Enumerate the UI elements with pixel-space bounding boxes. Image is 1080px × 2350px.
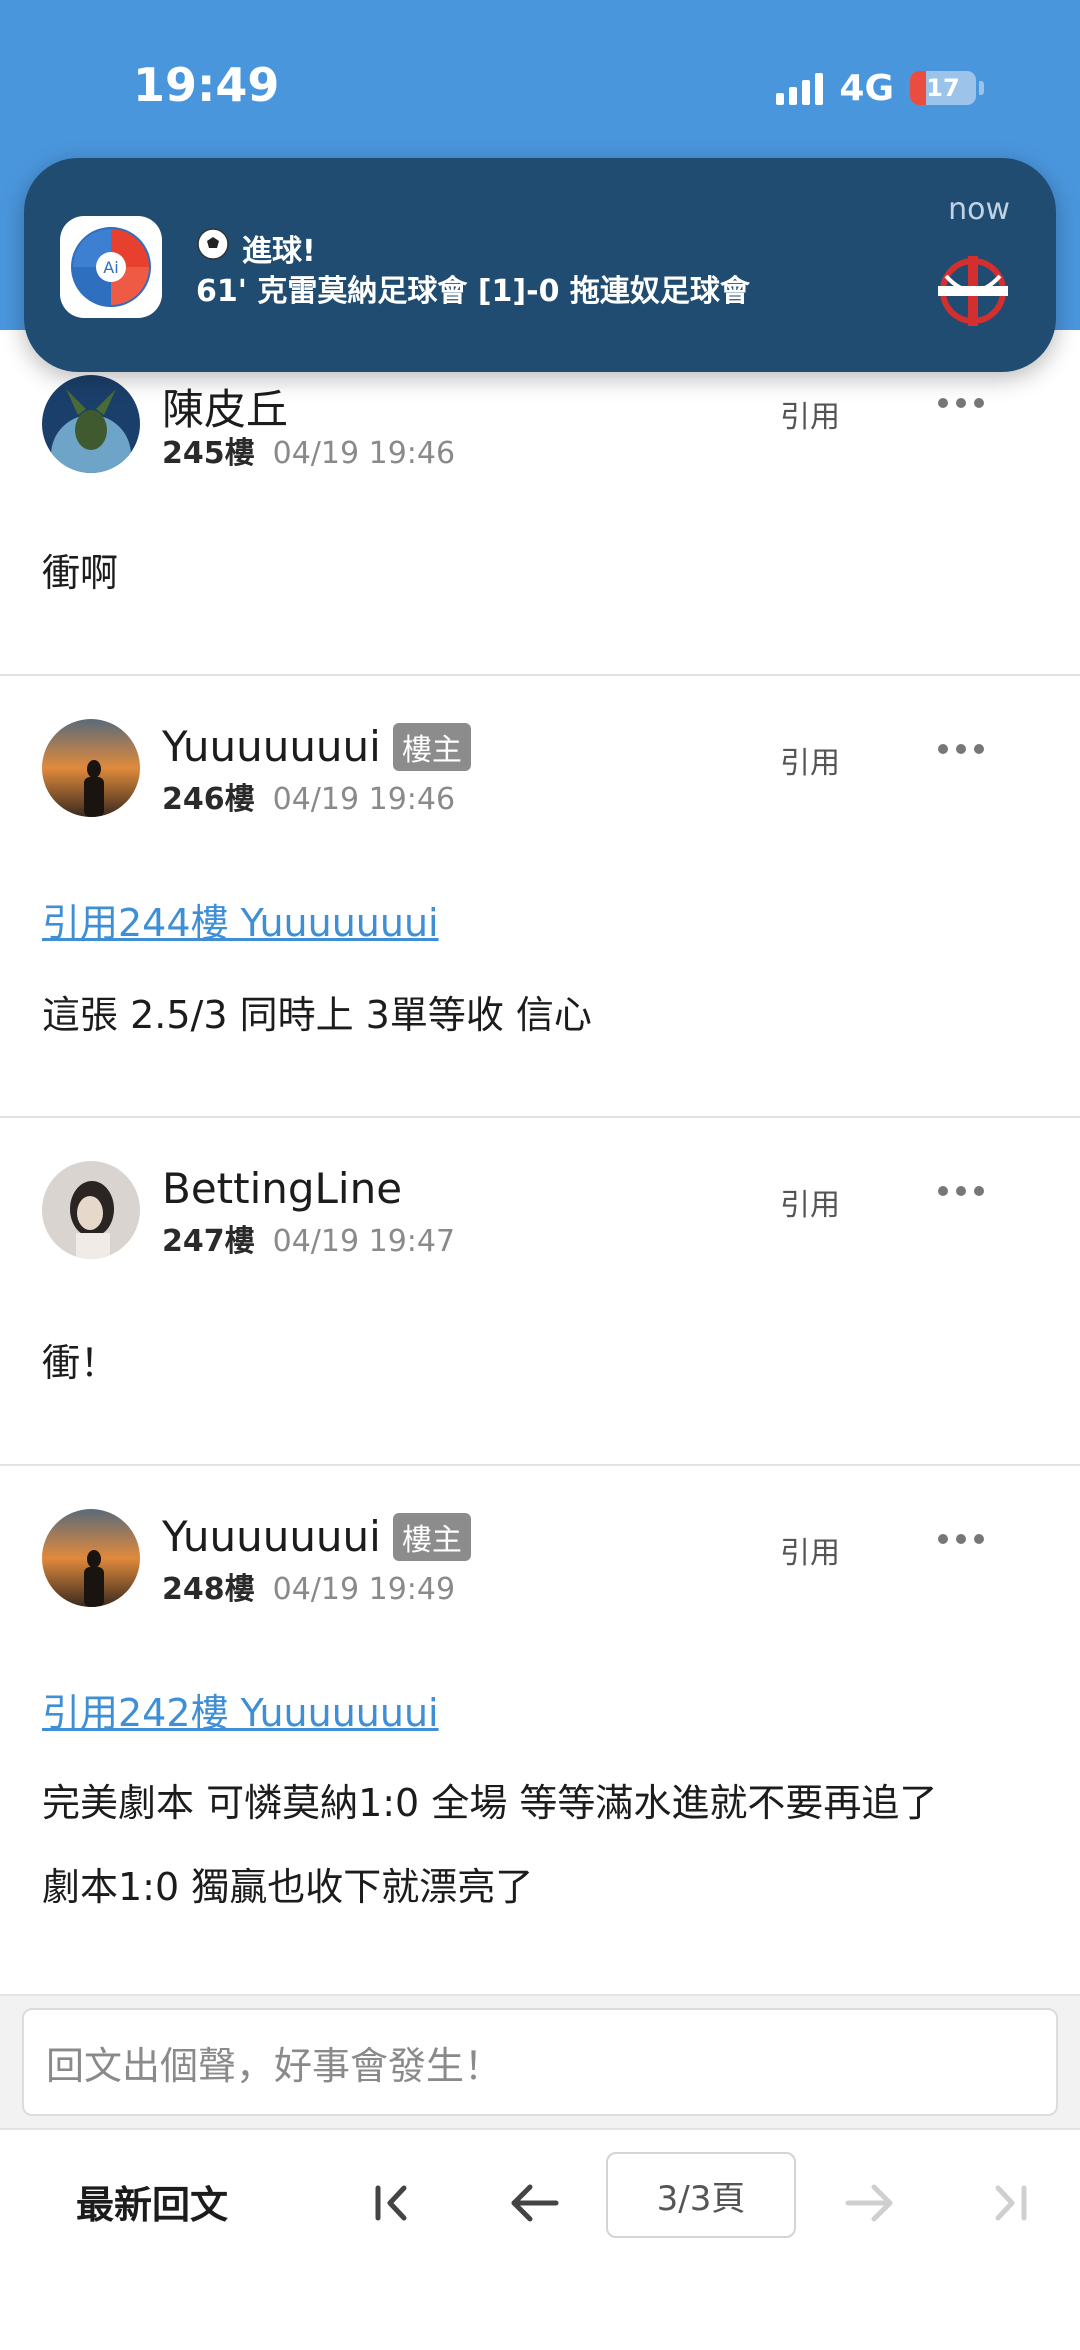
- notification-time: now: [948, 192, 1010, 227]
- bottom-navigation: 最新回文 3/3頁: [0, 2128, 1080, 2350]
- latest-replies-button[interactable]: 最新回文: [76, 2174, 228, 2229]
- post-247: BettingLine 247樓 04/19 19:47 引用 衝！: [0, 1116, 1080, 1466]
- username[interactable]: Yuuuuuuui 樓主: [162, 1512, 471, 1561]
- quoted-post-link[interactable]: 引用242樓 Yuuuuuuui: [42, 1682, 439, 1737]
- floor-number: 246樓: [162, 782, 255, 817]
- floor-number: 248樓: [162, 1572, 255, 1607]
- reply-bar: 回文出個聲，好事會發生！: [0, 1994, 1080, 2130]
- post-body-line: 劇本1:0 獨贏也收下就漂亮了: [42, 1865, 534, 1909]
- previous-page-icon[interactable]: [500, 2168, 570, 2238]
- status-time: 19:49: [133, 58, 280, 112]
- next-page-icon: [834, 2168, 904, 2238]
- post-245: 陳皮丘 245樓 04/19 19:46 引用 衝啊: [0, 330, 1080, 676]
- avatar[interactable]: [42, 719, 140, 817]
- username-text: BettingLine: [162, 1164, 403, 1213]
- post-date: 04/19 19:46: [272, 436, 456, 471]
- quote-button[interactable]: 引用: [780, 1180, 840, 1224]
- notification-body: 61' 克雷莫納足球會 [1]-0 拖連奴足球會: [196, 274, 750, 309]
- floor-number: 247樓: [162, 1224, 255, 1259]
- status-icons: 4G 17: [776, 64, 984, 112]
- avatar[interactable]: [42, 1161, 140, 1259]
- battery-level: 17: [926, 74, 960, 102]
- op-badge: 樓主: [392, 1512, 471, 1561]
- post-meta: 247樓 04/19 19:47: [162, 1216, 455, 1260]
- quote-button[interactable]: 引用: [780, 392, 840, 436]
- app-icon: Ai: [60, 216, 162, 318]
- signal-icon: [776, 71, 824, 105]
- floor-number: 245樓: [162, 436, 255, 471]
- username-text: Yuuuuuuui: [162, 1512, 381, 1561]
- avatar[interactable]: [42, 375, 140, 473]
- username[interactable]: Yuuuuuuui 樓主: [162, 722, 471, 771]
- username-text: Yuuuuuuui: [162, 722, 381, 771]
- post-246: Yuuuuuuui 樓主 246樓 04/19 19:46 引用 引用244樓 Y…: [0, 674, 1080, 1118]
- post-meta: 246樓 04/19 19:46: [162, 774, 455, 818]
- network-type: 4G: [839, 67, 894, 109]
- more-options-icon[interactable]: [938, 398, 984, 418]
- post-248: Yuuuuuuui 樓主 248樓 04/19 19:49 引用 引用242樓 Y…: [0, 1464, 1080, 1996]
- app-icon-label: Ai: [103, 258, 118, 277]
- page-indicator[interactable]: 3/3頁: [606, 2152, 796, 2238]
- post-body: 衝！: [42, 1341, 119, 1385]
- push-notification[interactable]: Ai 進球! 61' 克雷莫納足球會 [1]-0 拖連奴足球會 now: [24, 158, 1056, 372]
- quoted-post-link[interactable]: 引用244樓 Yuuuuuuui: [42, 892, 439, 947]
- team-crest-icon: [928, 246, 1018, 336]
- post-meta: 248樓 04/19 19:49: [162, 1564, 455, 1608]
- soccer-ball-icon: [196, 227, 230, 269]
- post-date: 04/19 19:46: [272, 782, 456, 817]
- more-options-icon[interactable]: [938, 1186, 984, 1206]
- post-body: 這張 2.5/3 同時上 3單等收 信心: [42, 993, 592, 1037]
- post-body: 衝啊: [42, 551, 119, 595]
- notification-title-text: 進球!: [242, 234, 316, 269]
- post-meta: 245樓 04/19 19:46: [162, 428, 455, 472]
- quote-button[interactable]: 引用: [780, 738, 840, 782]
- post-date: 04/19 19:47: [272, 1224, 456, 1259]
- more-options-icon[interactable]: [938, 744, 984, 764]
- post-body-line: 完美劇本 可憐莫納1:0 全場 等等滿水進就不要再追了: [42, 1781, 938, 1825]
- more-options-icon[interactable]: [938, 1534, 984, 1554]
- first-page-icon[interactable]: [358, 2168, 428, 2238]
- avatar[interactable]: [42, 1509, 140, 1607]
- last-page-icon: [974, 2168, 1044, 2238]
- notification-title: 進球!: [196, 226, 316, 270]
- username[interactable]: BettingLine: [162, 1164, 402, 1213]
- reply-input[interactable]: 回文出個聲，好事會發生！: [22, 2008, 1058, 2116]
- quote-button[interactable]: 引用: [780, 1528, 840, 1572]
- battery-icon: 17: [910, 71, 976, 105]
- post-date: 04/19 19:49: [272, 1572, 456, 1607]
- op-badge: 樓主: [392, 722, 471, 771]
